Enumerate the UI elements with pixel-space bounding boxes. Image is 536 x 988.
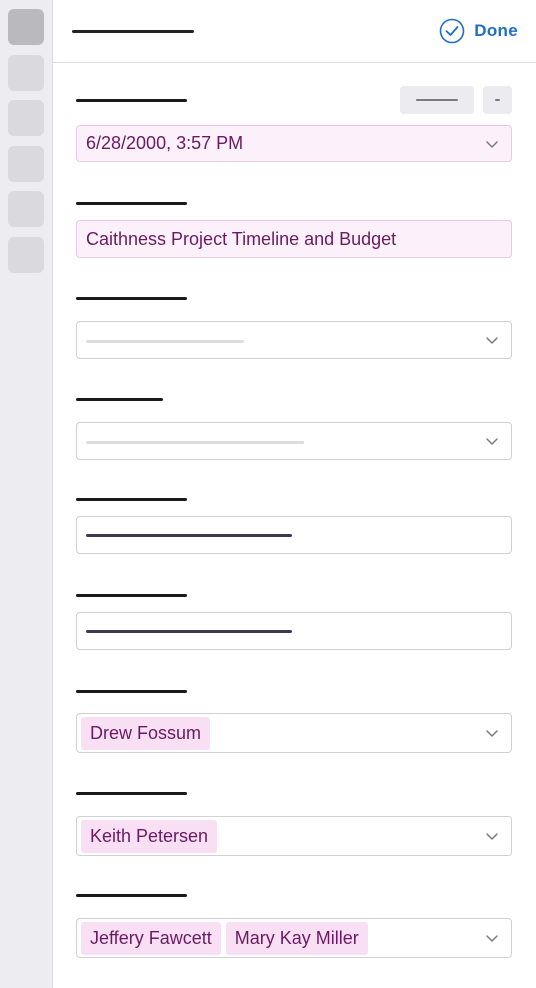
date-value: 6/28/2000, 3:57 PM	[86, 133, 244, 153]
select-input-1-placeholder	[86, 340, 244, 343]
owner-select[interactable]: Keith Petersen	[76, 816, 512, 856]
title-input[interactable]: Caithness Project Timeline and Budget	[76, 220, 512, 258]
check-circle-icon	[439, 18, 465, 44]
panel-header: Done	[53, 0, 536, 63]
text-input-2[interactable]	[76, 612, 512, 650]
rail-button-4[interactable]	[8, 146, 44, 182]
assignee-field-label	[76, 690, 187, 693]
person-chip[interactable]: Keith Petersen	[81, 819, 218, 853]
text-field-1	[76, 498, 512, 555]
owner-field: Keith Petersen	[76, 792, 512, 856]
select-input-1[interactable]	[76, 321, 512, 359]
date-select[interactable]: 6/28/2000, 3:57 PM	[76, 125, 512, 162]
text-input-2-value	[86, 630, 292, 633]
select-input-2-placeholder	[86, 441, 304, 444]
panel-title-placeholder	[72, 30, 194, 33]
person-chip[interactable]: Jeffery Fawcett	[81, 921, 221, 955]
select-field-2-label	[76, 398, 163, 401]
select-field-1	[76, 297, 512, 359]
reviewers-field: Jeffery Fawcett Mary Kay Miller	[76, 894, 512, 958]
select-field-1-label	[76, 297, 187, 300]
reviewers-field-label	[76, 894, 187, 897]
chevron-down-icon	[486, 438, 498, 445]
text-field-2-label	[76, 594, 187, 597]
select-field-2	[76, 398, 512, 460]
title-field-label	[76, 202, 187, 205]
select-input-2[interactable]	[76, 422, 512, 460]
text-input-1[interactable]	[76, 516, 512, 554]
chevron-down-icon	[486, 140, 498, 148]
assignee-select[interactable]: Drew Fossum	[76, 713, 512, 753]
text-input-1-value	[86, 534, 292, 537]
rail-button-1[interactable]	[8, 9, 44, 45]
rail-button-3[interactable]	[8, 100, 44, 136]
done-label: Done	[474, 21, 518, 40]
text-field-2	[76, 594, 512, 651]
reviewers-select[interactable]: Jeffery Fawcett Mary Kay Miller	[76, 918, 512, 958]
date-field: 6/28/2000, 3:57 PM	[76, 99, 512, 163]
rail-button-5[interactable]	[8, 191, 44, 227]
rail-button-2[interactable]	[8, 55, 44, 91]
title-field: Caithness Project Timeline and Budget	[76, 202, 512, 259]
rail-button-6[interactable]	[8, 237, 44, 273]
left-rail	[0, 0, 53, 988]
chevron-down-icon	[486, 935, 498, 942]
chevron-down-icon	[486, 337, 498, 344]
assignee-field: Drew Fossum	[76, 690, 512, 753]
person-chip[interactable]: Mary Kay Miller	[225, 921, 368, 955]
text-field-1-label	[76, 498, 187, 501]
person-chip[interactable]: Drew Fossum	[81, 716, 211, 750]
done-button[interactable]: Done	[439, 17, 518, 45]
date-field-label	[76, 99, 187, 102]
chevron-down-icon	[486, 730, 498, 737]
chevron-down-icon	[486, 833, 498, 840]
owner-field-label	[76, 792, 187, 795]
title-value: Caithness Project Timeline and Budget	[86, 228, 397, 249]
